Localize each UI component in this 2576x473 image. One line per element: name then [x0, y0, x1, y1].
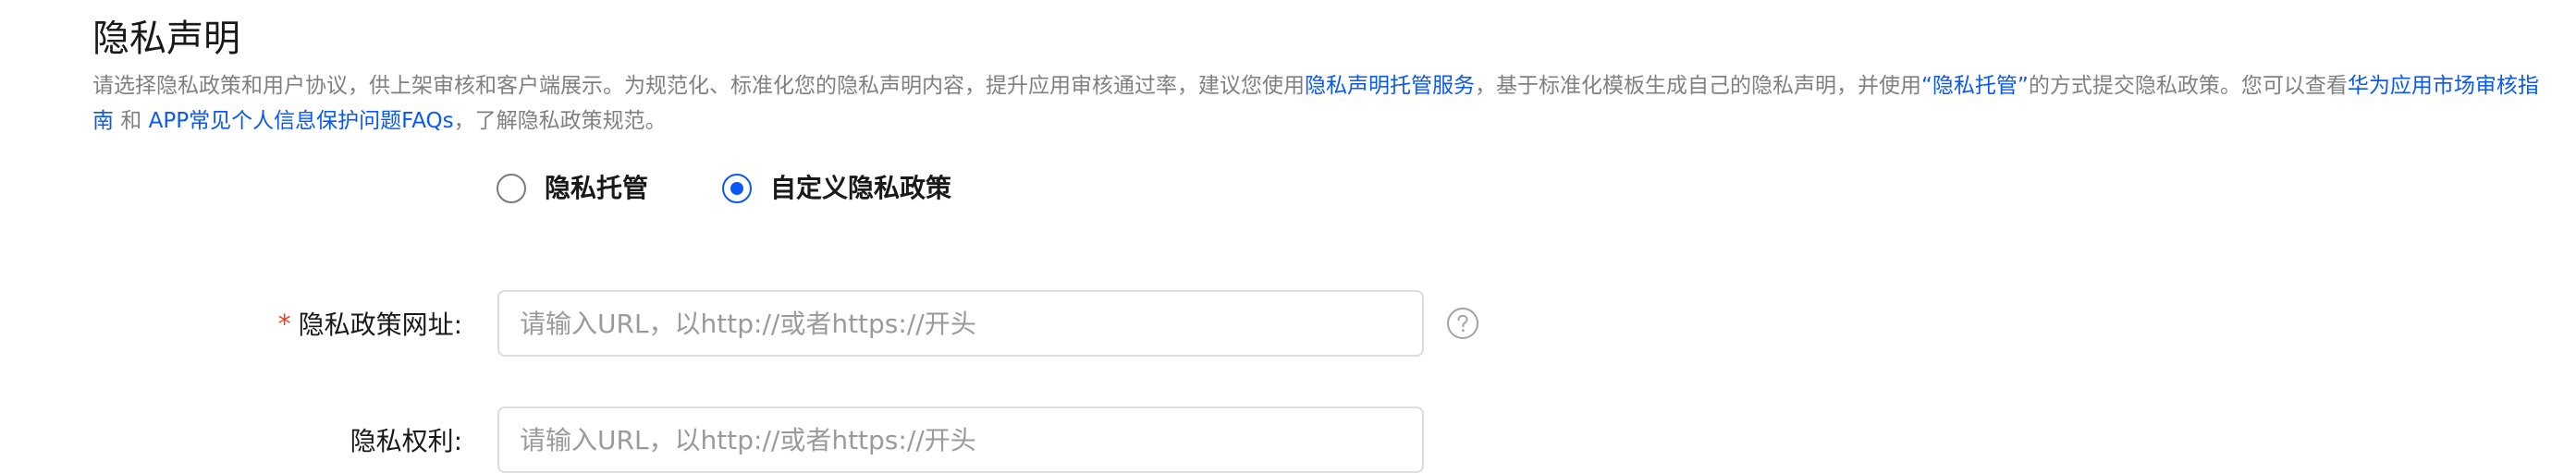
section-description: 请选择隐私政策和用户协议，供上架审核和客户端展示。为规范化、标准化您的隐私声明内…	[92, 68, 2552, 139]
privacy-mode-radio-group: 隐私托管 自定义隐私政策	[497, 170, 1025, 207]
description-text-3: 的方式提交隐私政策。您可以查看	[2028, 74, 2348, 98]
radio-label: 隐私托管	[545, 173, 649, 203]
privacy-rights-label-text: 隐私权利:	[350, 426, 462, 456]
description-text-1: 请选择隐私政策和用户协议，供上架审核和客户端展示。为规范化、标准化您的隐私声明内…	[92, 74, 1305, 98]
policy-url-label: * 隐私政策网址:	[278, 290, 462, 357]
policy-url-row: * 隐私政策网址:	[0, 290, 1572, 357]
question-circle-icon[interactable]	[1446, 307, 1479, 340]
radio-custom-privacy-policy[interactable]: 自定义隐私政策	[722, 170, 951, 207]
policy-url-input[interactable]	[497, 290, 1424, 357]
policy-url-label-text: 隐私政策网址:	[298, 309, 462, 340]
privacy-hosting-link[interactable]: “隐私托管”	[1921, 74, 2029, 98]
radio-privacy-hosting[interactable]: 隐私托管	[497, 170, 648, 207]
privacy-rights-row: 隐私权利:	[0, 406, 1572, 473]
description-text-5: ，了解隐私政策规范。	[453, 109, 667, 133]
radio-unchecked-icon[interactable]	[497, 174, 526, 203]
section-title: 隐私声明	[92, 18, 240, 60]
description-text-2: ，基于标准化模板生成自己的隐私声明，并使用	[1475, 74, 1921, 98]
privacy-statement-section: 隐私声明 请选择隐私政策和用户协议，供上架审核和客户端展示。为规范化、标准化您的…	[0, 0, 2576, 473]
app-privacy-faq-link[interactable]: APP常见个人信息保护问题FAQs	[149, 109, 454, 133]
radio-label: 自定义隐私政策	[770, 173, 952, 203]
privacy-rights-input[interactable]	[497, 406, 1424, 473]
privacy-rights-label: 隐私权利:	[350, 406, 462, 473]
required-mark: *	[277, 308, 291, 339]
description-text-4: 和	[114, 109, 149, 133]
privacy-hosting-service-link[interactable]: 隐私声明托管服务	[1305, 74, 1475, 98]
radio-checked-icon[interactable]	[722, 174, 753, 203]
